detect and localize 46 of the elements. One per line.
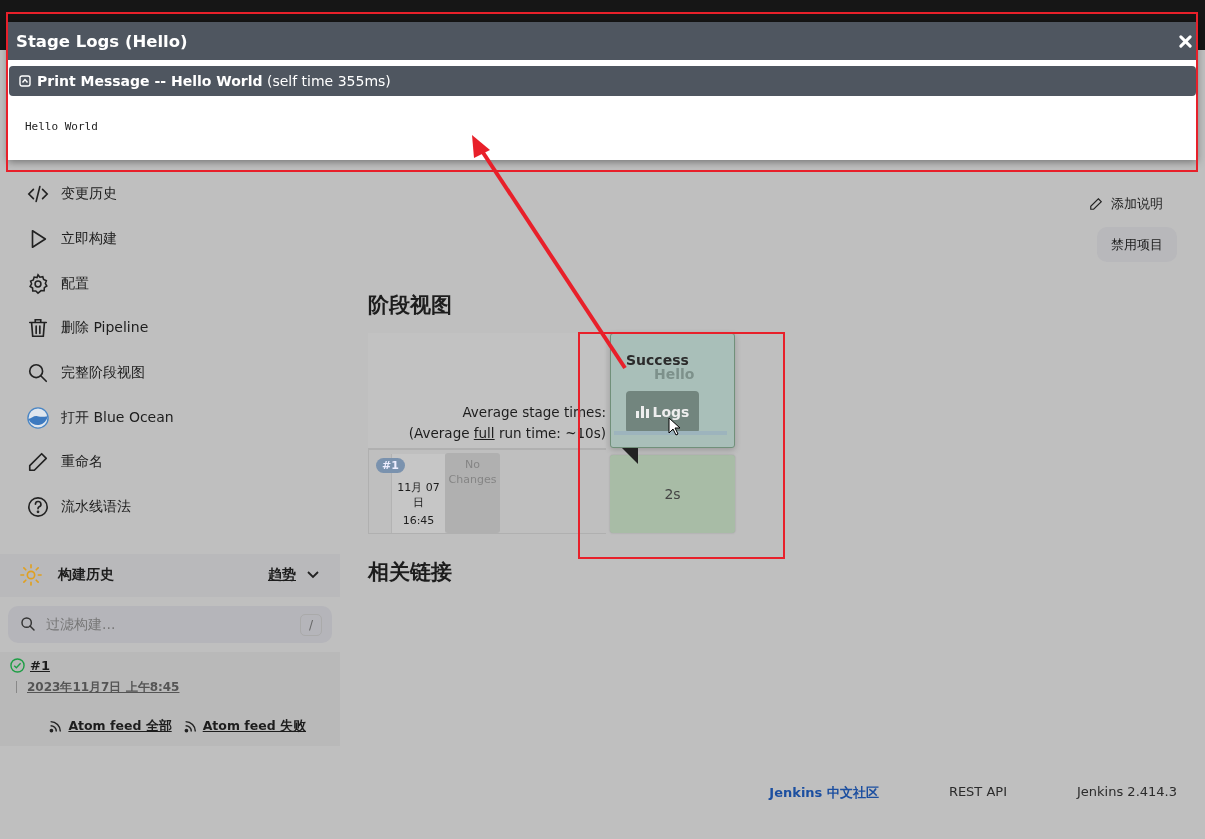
shortcut-key: / xyxy=(300,613,322,636)
stage-status: Success xyxy=(626,352,689,368)
build-history-title: 构建历史 xyxy=(58,566,114,584)
section-heading: 阶段视图 xyxy=(368,292,453,319)
run-date: 11月 07 日 xyxy=(396,480,441,510)
pencil-icon xyxy=(1089,197,1103,211)
search-icon xyxy=(20,615,36,632)
footer-link[interactable]: Jenkins 中文社区 xyxy=(769,784,879,802)
footer-text[interactable]: Jenkins 2.414.3 xyxy=(1077,784,1177,799)
chevron-down-icon[interactable] xyxy=(306,570,320,580)
rss-icon xyxy=(183,720,197,733)
sun-icon xyxy=(20,564,42,586)
bar-chart-icon xyxy=(635,406,649,418)
ocean-icon xyxy=(27,406,49,429)
sidebar-item[interactable]: 变更历史 xyxy=(0,172,340,217)
log-output: Hello World xyxy=(25,120,98,133)
sidebar-item[interactable]: 立即构建 xyxy=(0,216,340,262)
footer-text[interactable]: REST API xyxy=(948,784,1007,799)
disable-project-button[interactable]: 禁用项目 xyxy=(1097,227,1177,262)
pencil-icon xyxy=(27,451,49,474)
atom-feed-link[interactable]: Atom feed 失败 xyxy=(202,718,306,735)
sidebar-item[interactable]: 删除 Pipeline xyxy=(0,306,340,351)
sidebar-item[interactable]: 打开 Blue Ocean xyxy=(0,395,340,441)
trash-icon xyxy=(27,317,49,340)
full-link[interactable]: full xyxy=(473,425,495,441)
settings-icon xyxy=(27,272,49,295)
search-icon xyxy=(27,362,49,385)
rss-icon xyxy=(49,720,63,733)
build-link[interactable]: #1 xyxy=(30,657,50,673)
step-title: Print Message -- Hello World (self time 355ms) xyxy=(37,73,391,89)
help-icon xyxy=(27,496,49,519)
sidebar-item[interactable]: 配置 xyxy=(0,261,340,307)
sidebar-item[interactable]: 完整阶段视图 xyxy=(0,350,340,396)
close-icon[interactable] xyxy=(1179,34,1192,48)
sidebar-item[interactable]: 重命名 xyxy=(0,440,340,485)
section-heading: 相关链接 xyxy=(368,559,453,586)
add-description-link[interactable]: 添加说明 xyxy=(1089,195,1163,213)
popover-pointer xyxy=(622,448,638,464)
run-time: 16:45 xyxy=(402,514,435,527)
dialog-title: Stage Logs (Hello) xyxy=(16,31,188,51)
atom-feed-link[interactable]: Atom feed 全部 xyxy=(68,718,172,735)
build-date-link[interactable]: 2023年11月7日 上午8:45 xyxy=(27,678,180,696)
sidebar-item[interactable]: 流水线语法 xyxy=(0,484,340,530)
stage-duration-cell[interactable]: 2s xyxy=(610,455,735,533)
trend-link[interactable]: 趋势 xyxy=(268,566,296,584)
log-step-header[interactable]: Print Message -- Hello World (self time 355ms) xyxy=(9,66,1196,96)
